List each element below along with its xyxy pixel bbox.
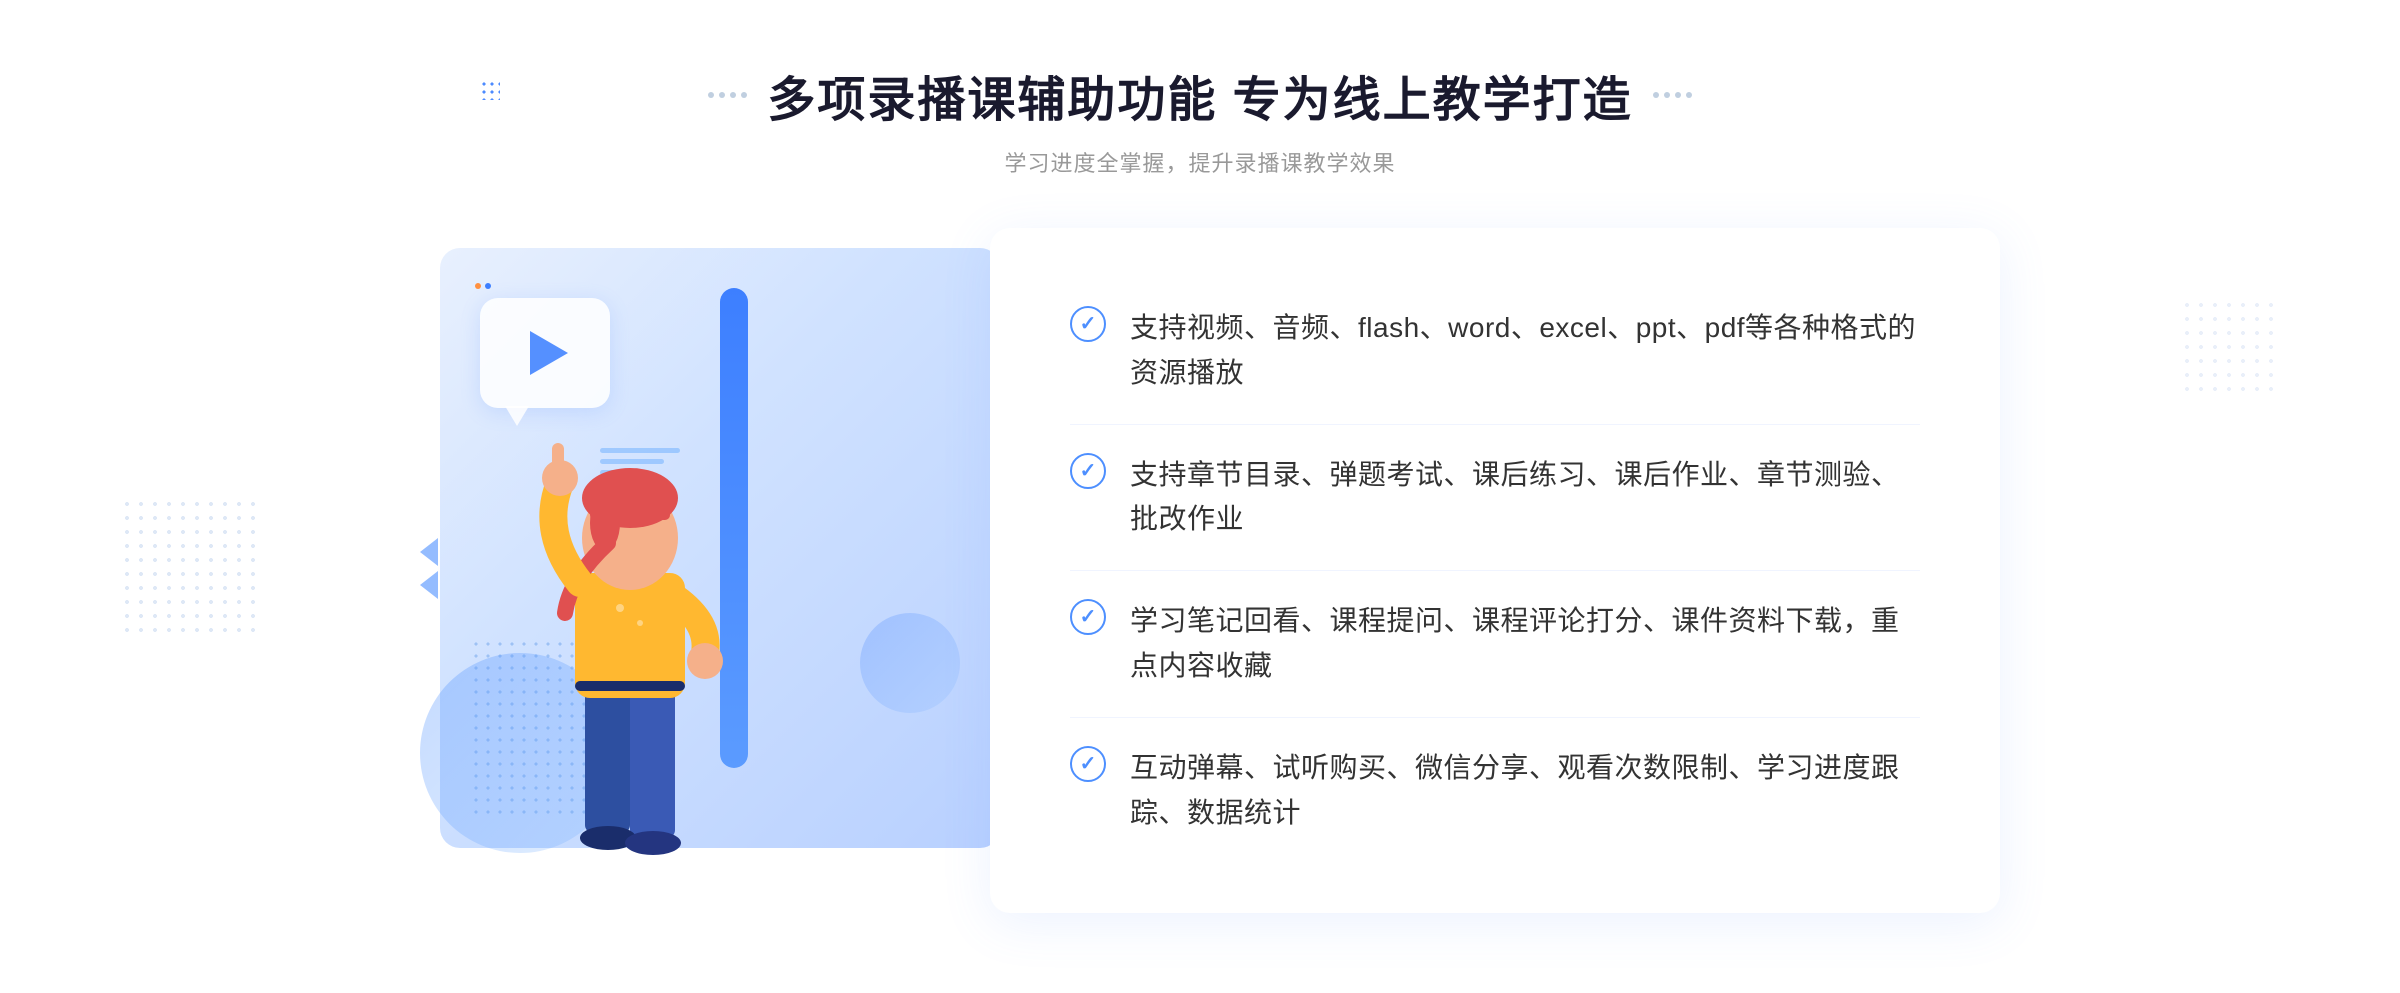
main-title: 多项录播课辅助功能 专为线上教学打造: [767, 60, 1632, 130]
left-chevrons: [420, 538, 438, 604]
illustration-area: [400, 228, 1020, 913]
feature-item-3: ✓ 学习笔记回看、课程提问、课程评论打分、课件资料下载，重点内容收藏: [1070, 571, 1920, 718]
sparkle-dot-1: [475, 283, 481, 289]
bg-dots-right: [2180, 298, 2280, 398]
play-icon: [530, 331, 568, 375]
feature-text-4: 互动弹幕、试听购买、微信分享、观看次数限制、学习进度跟踪、数据统计: [1130, 746, 1920, 836]
sparkle-decoration: [475, 283, 491, 289]
check-circle-1: ✓: [1070, 306, 1106, 342]
title-dots-left: [708, 92, 747, 98]
feature-item-1: ✓ 支持视频、音频、flash、word、excel、ppt、pdf等各种格式的…: [1070, 278, 1920, 425]
feature-text-1: 支持视频、音频、flash、word、excel、ppt、pdf等各种格式的资源…: [1130, 306, 1920, 396]
check-icon-2: ✓: [1080, 461, 1097, 481]
play-bubble: [480, 298, 610, 408]
check-circle-3: ✓: [1070, 599, 1106, 635]
check-circle-2: ✓: [1070, 453, 1106, 489]
check-circle-4: ✓: [1070, 746, 1106, 782]
subtitle: 学习进度全掌握，提升录播课教学效果: [708, 146, 1691, 178]
feature-text-2: 支持章节目录、弹题考试、课后练习、课后作业、章节测验、批改作业: [1130, 453, 1920, 543]
title-dots-right: [1653, 92, 1692, 98]
title-row: 多项录播课辅助功能 专为线上教学打造: [708, 60, 1691, 130]
circle-small: [860, 613, 960, 713]
header-section: 多项录播课辅助功能 专为线上教学打造 学习进度全掌握，提升录播课教学效果: [708, 60, 1691, 178]
content-section: ✓ 支持视频、音频、flash、word、excel、ppt、pdf等各种格式的…: [400, 228, 2000, 913]
feature-text-3: 学习笔记回看、课程提问、课程评论打分、课件资料下载，重点内容收藏: [1130, 599, 1920, 689]
check-icon-3: ✓: [1080, 607, 1097, 627]
feature-item-4: ✓ 互动弹幕、试听购买、微信分享、观看次数限制、学习进度跟踪、数据统计: [1070, 718, 1920, 864]
character-illustration: [490, 413, 770, 913]
feature-item-2: ✓ 支持章节目录、弹题考试、课后练习、课后作业、章节测验、批改作业: [1070, 425, 1920, 572]
features-panel: ✓ 支持视频、音频、flash、word、excel、ppt、pdf等各种格式的…: [990, 228, 2000, 913]
chevron-1: [420, 538, 438, 566]
sparkle-dot-2: [485, 283, 491, 289]
page-container: 多项录播课辅助功能 专为线上教学打造 学习进度全掌握，提升录播课教学效果: [0, 0, 2400, 993]
chevron-2: [420, 571, 438, 599]
bg-dots-left: [120, 497, 260, 637]
check-icon-4: ✓: [1080, 754, 1097, 774]
check-icon-1: ✓: [1080, 314, 1097, 334]
